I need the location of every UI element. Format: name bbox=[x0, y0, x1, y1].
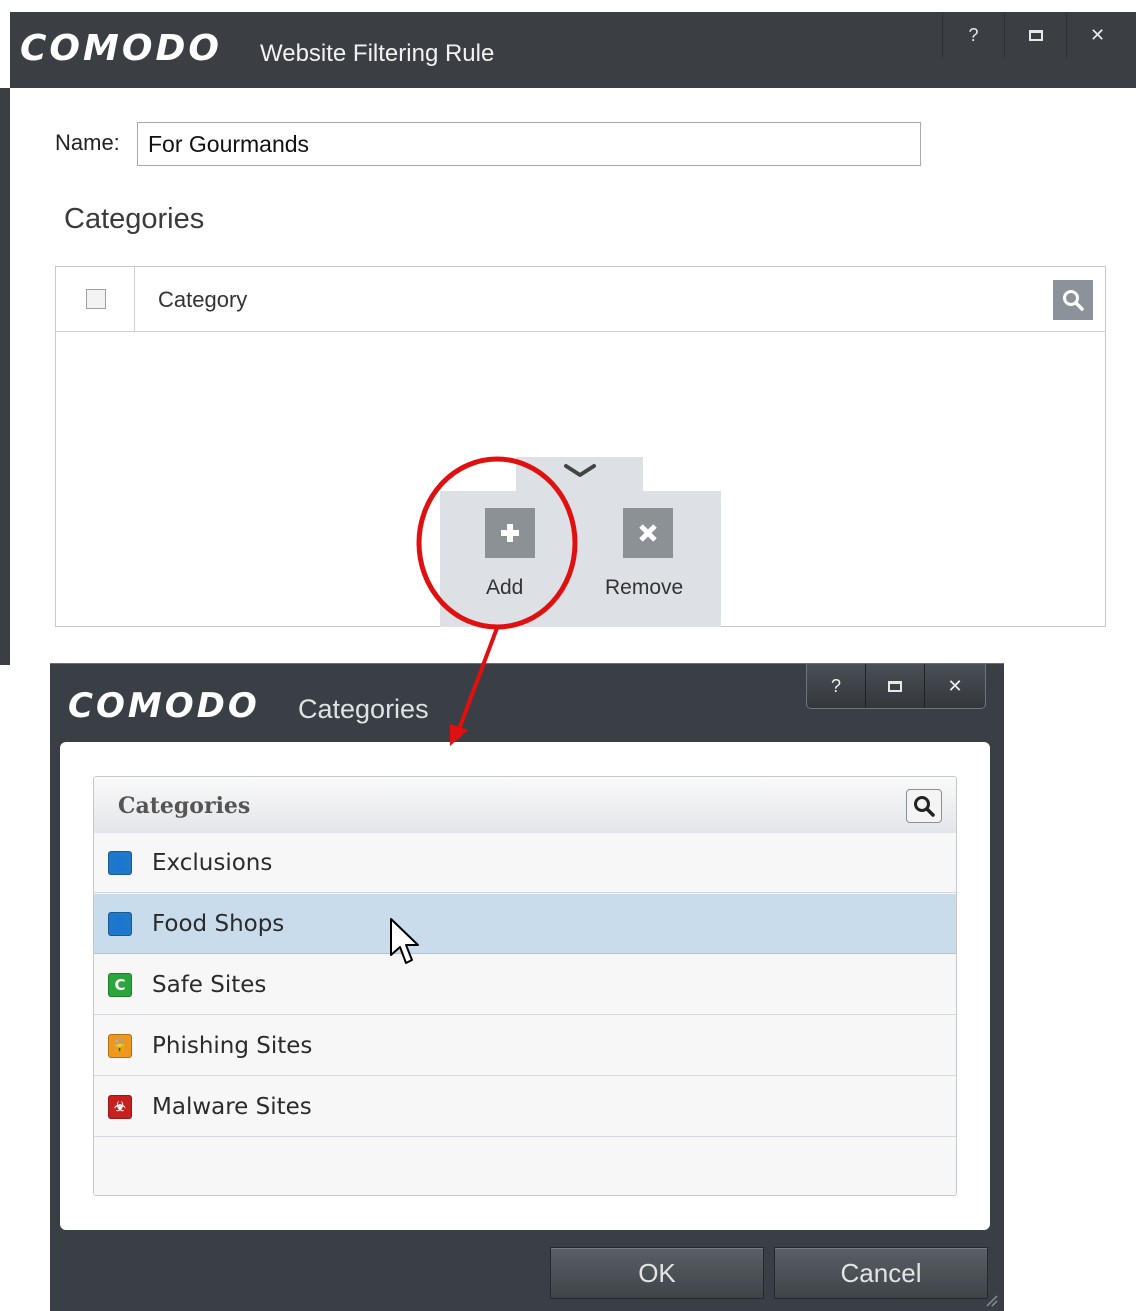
maximize-button[interactable] bbox=[866, 664, 925, 708]
search-icon bbox=[1063, 290, 1084, 311]
empty-list-row bbox=[94, 1138, 956, 1195]
category-column-header[interactable]: Category bbox=[158, 287, 247, 313]
ok-button[interactable]: OK bbox=[550, 1247, 764, 1299]
biohazard-icon: ☣ bbox=[108, 1095, 132, 1119]
resize-grip-icon[interactable] bbox=[984, 1293, 998, 1307]
user-icon: 👤 bbox=[108, 912, 132, 936]
list-item[interactable]: 👤 Food Shops bbox=[94, 894, 956, 954]
list-item-label: Exclusions bbox=[152, 850, 273, 876]
lock-icon: 🔓 bbox=[108, 1034, 132, 1058]
chevron-down-icon[interactable] bbox=[563, 462, 597, 480]
list-item[interactable]: 👤 Exclusions bbox=[94, 833, 956, 893]
window-controls: ? ✕ bbox=[942, 12, 1128, 58]
categories-list: Categories 👤 Exclusions 👤 Food Shops C Safe S… bbox=[93, 776, 957, 1196]
maximize-button[interactable] bbox=[1004, 12, 1066, 58]
name-input[interactable] bbox=[137, 122, 921, 166]
plus-icon bbox=[501, 524, 519, 542]
main-window-border bbox=[0, 88, 10, 665]
add-label[interactable]: Add bbox=[486, 576, 523, 600]
list-item[interactable]: ☣ Malware Sites bbox=[94, 1077, 956, 1137]
window-title: Website Filtering Rule bbox=[260, 40, 495, 67]
select-all-checkbox[interactable] bbox=[86, 289, 106, 309]
list-item-label: Food Shops bbox=[152, 911, 285, 937]
website-filtering-rule-window: COMODO Website Filtering Rule ? ✕ Name: … bbox=[0, 0, 1136, 665]
list-search-button[interactable] bbox=[906, 789, 942, 823]
dialog-title: Categories bbox=[298, 694, 429, 724]
list-item-label: Malware Sites bbox=[152, 1094, 312, 1120]
mouse-cursor-icon bbox=[390, 918, 419, 964]
table-header: Category bbox=[56, 267, 1105, 332]
user-icon: 👤 bbox=[108, 851, 132, 875]
list-item-label: Safe Sites bbox=[152, 972, 267, 998]
maximize-icon bbox=[1028, 29, 1043, 41]
x-icon bbox=[639, 524, 657, 542]
categories-dialog: COMODO Categories ? ✕ Categories 👤 Exclus… bbox=[50, 663, 1004, 1311]
cancel-button[interactable]: Cancel bbox=[774, 1247, 988, 1299]
categories-heading: Categories bbox=[64, 203, 205, 235]
list-item[interactable]: 🔓 Phishing Sites bbox=[94, 1016, 956, 1076]
maximize-icon bbox=[888, 680, 902, 692]
name-label: Name: bbox=[55, 130, 120, 155]
column-divider bbox=[134, 267, 135, 331]
comodo-logo: COMODO bbox=[68, 686, 260, 726]
close-button[interactable]: ✕ bbox=[925, 664, 985, 708]
comodo-logo: COMODO bbox=[20, 28, 222, 69]
list-item-label: Phishing Sites bbox=[152, 1033, 313, 1059]
list-header: Categories bbox=[94, 777, 956, 834]
safe-c-icon: C bbox=[108, 973, 132, 997]
help-button[interactable]: ? bbox=[807, 664, 866, 708]
search-icon bbox=[914, 796, 935, 817]
add-remove-panel bbox=[440, 491, 721, 627]
dialog-window-controls: ? ✕ bbox=[806, 664, 986, 709]
add-button[interactable] bbox=[485, 508, 535, 558]
remove-button[interactable] bbox=[623, 508, 673, 558]
close-button[interactable]: ✕ bbox=[1066, 12, 1128, 58]
list-item[interactable]: C Safe Sites bbox=[94, 955, 956, 1015]
help-button[interactable]: ? bbox=[942, 12, 1004, 58]
remove-label[interactable]: Remove bbox=[605, 576, 683, 600]
table-search-button[interactable] bbox=[1053, 280, 1093, 320]
dialog-body: Categories 👤 Exclusions 👤 Food Shops C Safe S… bbox=[60, 742, 990, 1230]
categories-column-header[interactable]: Categories bbox=[118, 793, 250, 819]
